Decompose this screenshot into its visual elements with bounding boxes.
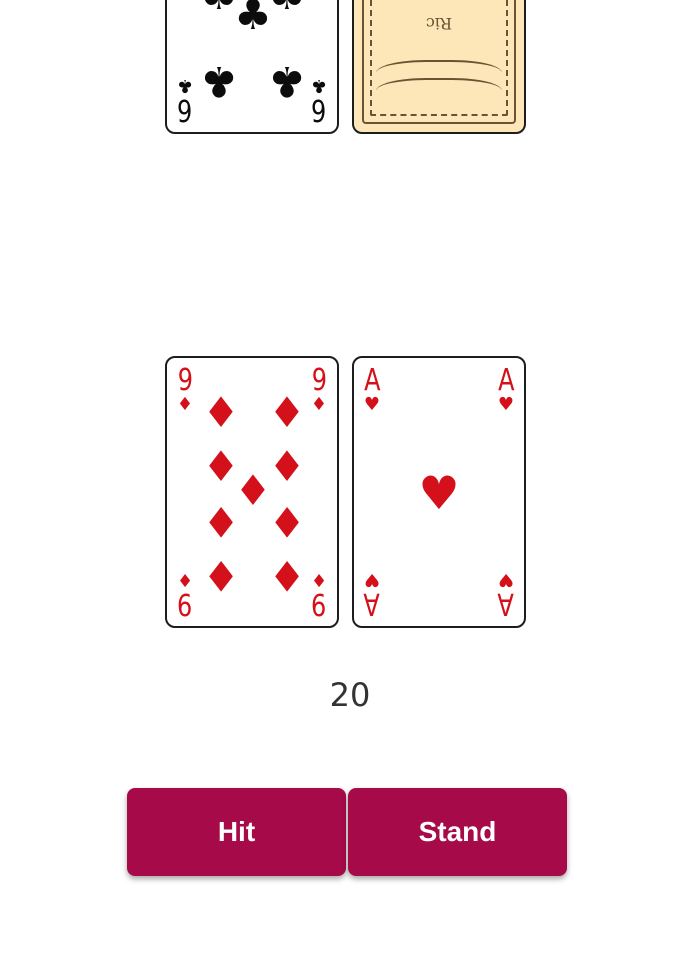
dealer-card-2-facedown: Ric bbox=[352, 0, 526, 134]
card-corner-bottom-right: A ♥ bbox=[492, 569, 520, 621]
stand-button[interactable]: Stand bbox=[348, 788, 567, 876]
player-card-1: 9 ♦ 9 ♦ ♦ ♦ ♦ ♦ ♦ ♦ ♦ ♦ ♦ 9 ♦ 9 ♦ bbox=[165, 356, 339, 628]
diamond-icon: ♦ bbox=[310, 394, 328, 415]
club-icon: ♣ bbox=[268, 57, 306, 106]
card-rank: 9 bbox=[177, 363, 193, 398]
club-icon: ♣ bbox=[200, 57, 238, 106]
heart-icon: ♥ bbox=[418, 466, 460, 520]
club-icon: ♣ bbox=[234, 0, 272, 39]
card-back-ornament bbox=[376, 78, 502, 110]
card-corner-top-left: A ♥ bbox=[358, 366, 386, 414]
card-rank: A bbox=[364, 363, 380, 398]
diamond-icon: ♦ bbox=[202, 497, 240, 546]
player-card-2: A ♥ A ♥ ♥ A ♥ A ♥ bbox=[352, 356, 526, 628]
card-corner-bottom-right: 6 ♣ bbox=[305, 75, 333, 127]
card-corner-bottom-left: A ♥ bbox=[358, 569, 386, 621]
card-rank: 6 bbox=[177, 92, 193, 127]
card-corner-top-right: 9 ♦ bbox=[305, 366, 333, 414]
card-rank: A bbox=[364, 586, 380, 621]
diamond-icon: ♦ bbox=[176, 394, 194, 415]
heart-icon: ♥ bbox=[363, 394, 381, 415]
player-score: 20 bbox=[329, 676, 371, 714]
diamond-icon: ♦ bbox=[268, 551, 306, 600]
card-rank: A bbox=[498, 586, 514, 621]
card-rank: 6 bbox=[311, 92, 327, 127]
card-corner-bottom-left: 6 ♣ bbox=[171, 75, 199, 127]
diamond-icon: ♦ bbox=[202, 551, 240, 600]
diamond-icon: ♦ bbox=[268, 497, 306, 546]
card-rank: A bbox=[498, 363, 514, 398]
card-rank: 9 bbox=[177, 586, 193, 621]
heart-icon: ♥ bbox=[497, 394, 515, 415]
card-rank: 9 bbox=[311, 363, 327, 398]
diamond-icon: ♦ bbox=[202, 388, 240, 437]
card-rank: 9 bbox=[311, 586, 327, 621]
diamond-icon: ♦ bbox=[268, 388, 306, 437]
card-corner-bottom-right: 9 ♦ bbox=[305, 569, 333, 621]
card-back-label: Ric bbox=[425, 14, 453, 33]
card-corner-top-left: 9 ♦ bbox=[171, 366, 199, 414]
hit-button[interactable]: Hit bbox=[127, 788, 346, 876]
dealer-card-1: 6 ♣ 6 ♣ ♣ ♣ ♣ ♣ ♣ ♣ ♣ 6 ♣ 6 ♣ bbox=[165, 0, 339, 134]
card-corner-bottom-left: 9 ♦ bbox=[171, 569, 199, 621]
card-corner-top-right: A ♥ bbox=[492, 366, 520, 414]
